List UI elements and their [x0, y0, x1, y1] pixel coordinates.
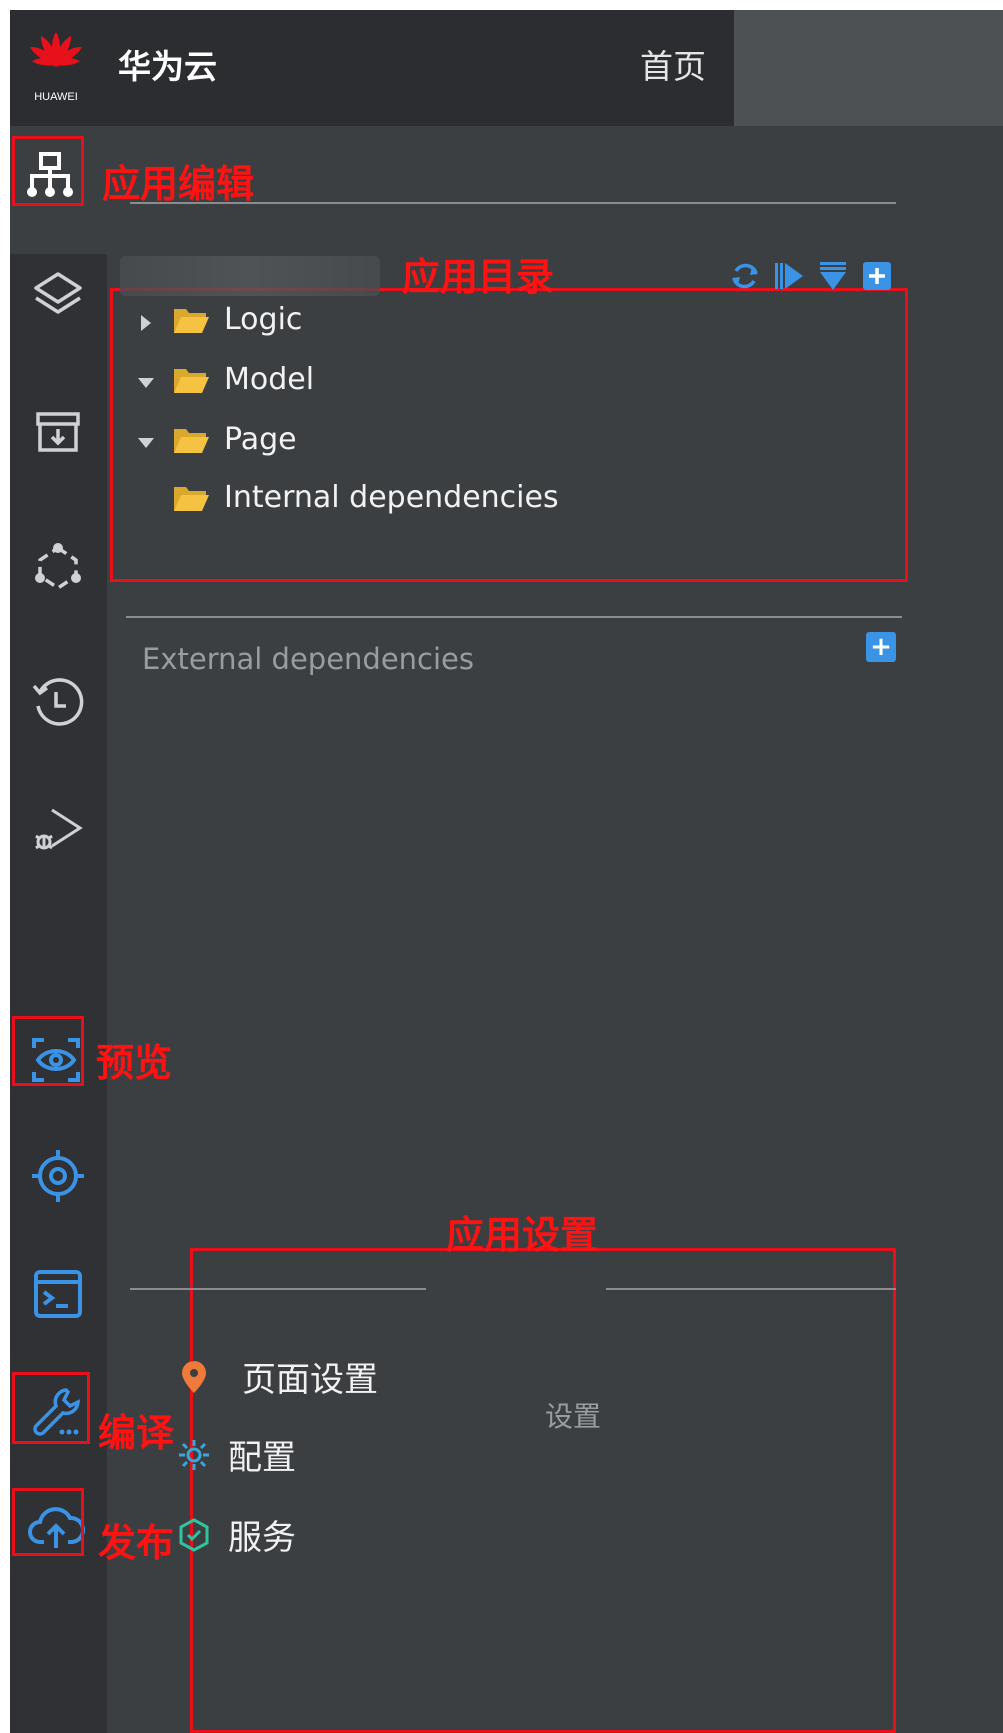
- archive-download-icon[interactable]: [28, 402, 88, 462]
- hexagon-service-icon: [176, 1517, 212, 1553]
- tree-item-page[interactable]: Page: [134, 422, 297, 457]
- setting-item-config[interactable]: 配置: [176, 1430, 296, 1479]
- setting-item-label: 页面设置: [242, 1360, 378, 1400]
- external-dependencies-label: External dependencies: [142, 642, 474, 676]
- compile-highlight: [12, 1372, 90, 1444]
- tree-item-label: Model: [224, 362, 315, 397]
- tree-item-label: Logic: [224, 302, 303, 337]
- add-item-icon[interactable]: [860, 259, 894, 293]
- publish-highlight: [12, 1488, 84, 1556]
- caret-right-icon[interactable]: [134, 308, 158, 332]
- gear-icon: [176, 1437, 212, 1473]
- annotation-app-directory: 应用目录: [402, 254, 555, 299]
- annotation-preview: 预览: [96, 1040, 173, 1085]
- app-name: 华为云: [118, 47, 217, 86]
- preview-highlight: [12, 1016, 84, 1086]
- caret-down-icon[interactable]: [134, 368, 158, 392]
- tree-item-model[interactable]: Model: [134, 362, 314, 397]
- folder-open-icon: [172, 483, 210, 513]
- setting-item-label: 配置: [228, 1438, 296, 1478]
- blurred-app-title: [120, 256, 380, 296]
- refresh-icon[interactable]: [728, 259, 762, 293]
- annotation-app-settings: 应用设置: [446, 1212, 599, 1257]
- settings-section-label: 设置: [545, 1400, 602, 1433]
- tree-item-logic[interactable]: Logic: [134, 302, 302, 337]
- app-settings-highlight: [190, 1248, 896, 1733]
- huawei-logo[interactable]: HUAWEI: [18, 20, 94, 104]
- location-pin-icon: [176, 1359, 212, 1395]
- history-icon[interactable]: [28, 672, 88, 732]
- folder-open-icon: [172, 305, 210, 335]
- setting-item-services[interactable]: 服务: [176, 1510, 296, 1559]
- annotation-publish: 发布: [98, 1520, 175, 1565]
- caret-down-icon[interactable]: [134, 428, 158, 452]
- settings-divider-right: [606, 1288, 896, 1290]
- brand-text: HUAWEI: [34, 91, 78, 103]
- tree-item-label: Internal dependencies: [224, 480, 559, 515]
- folder-open-icon: [172, 425, 210, 455]
- debug-run-icon[interactable]: [28, 800, 88, 860]
- setting-item-label: 服务: [228, 1518, 296, 1558]
- add-external-dependency-icon[interactable]: +: [866, 632, 896, 662]
- topbar-right-area: [734, 10, 1003, 126]
- network-nodes-icon[interactable]: [28, 536, 88, 596]
- external-divider: [126, 616, 902, 618]
- annotation-app-edit: 应用编辑: [102, 161, 255, 206]
- top-bar: HUAWEI 华为云 首页: [10, 10, 1003, 126]
- header-divider: [130, 202, 896, 204]
- collapse-all-icon[interactable]: [816, 259, 850, 293]
- setting-item-page-settings[interactable]: 页面设置: [176, 1352, 378, 1401]
- app-window: HUAWEI 华为云 首页 应用编辑 应用目录 预览 应用设置 编译 发布 Lo…: [10, 10, 1003, 1733]
- annotation-compile: 编译: [98, 1410, 175, 1455]
- terminal-icon[interactable]: [28, 1264, 88, 1324]
- folder-open-icon: [172, 365, 210, 395]
- app-edit-highlight: [12, 136, 84, 206]
- tree-item-label: Page: [224, 422, 297, 457]
- settings-divider-left: [130, 1288, 426, 1290]
- tree-toolbar: [728, 256, 894, 296]
- tree-item-internal-dependencies[interactable]: Internal dependencies: [172, 480, 559, 515]
- target-icon[interactable]: [28, 1146, 88, 1206]
- layers-icon[interactable]: [28, 266, 88, 326]
- expand-all-icon[interactable]: [772, 259, 806, 293]
- home-link[interactable]: 首页: [640, 40, 706, 88]
